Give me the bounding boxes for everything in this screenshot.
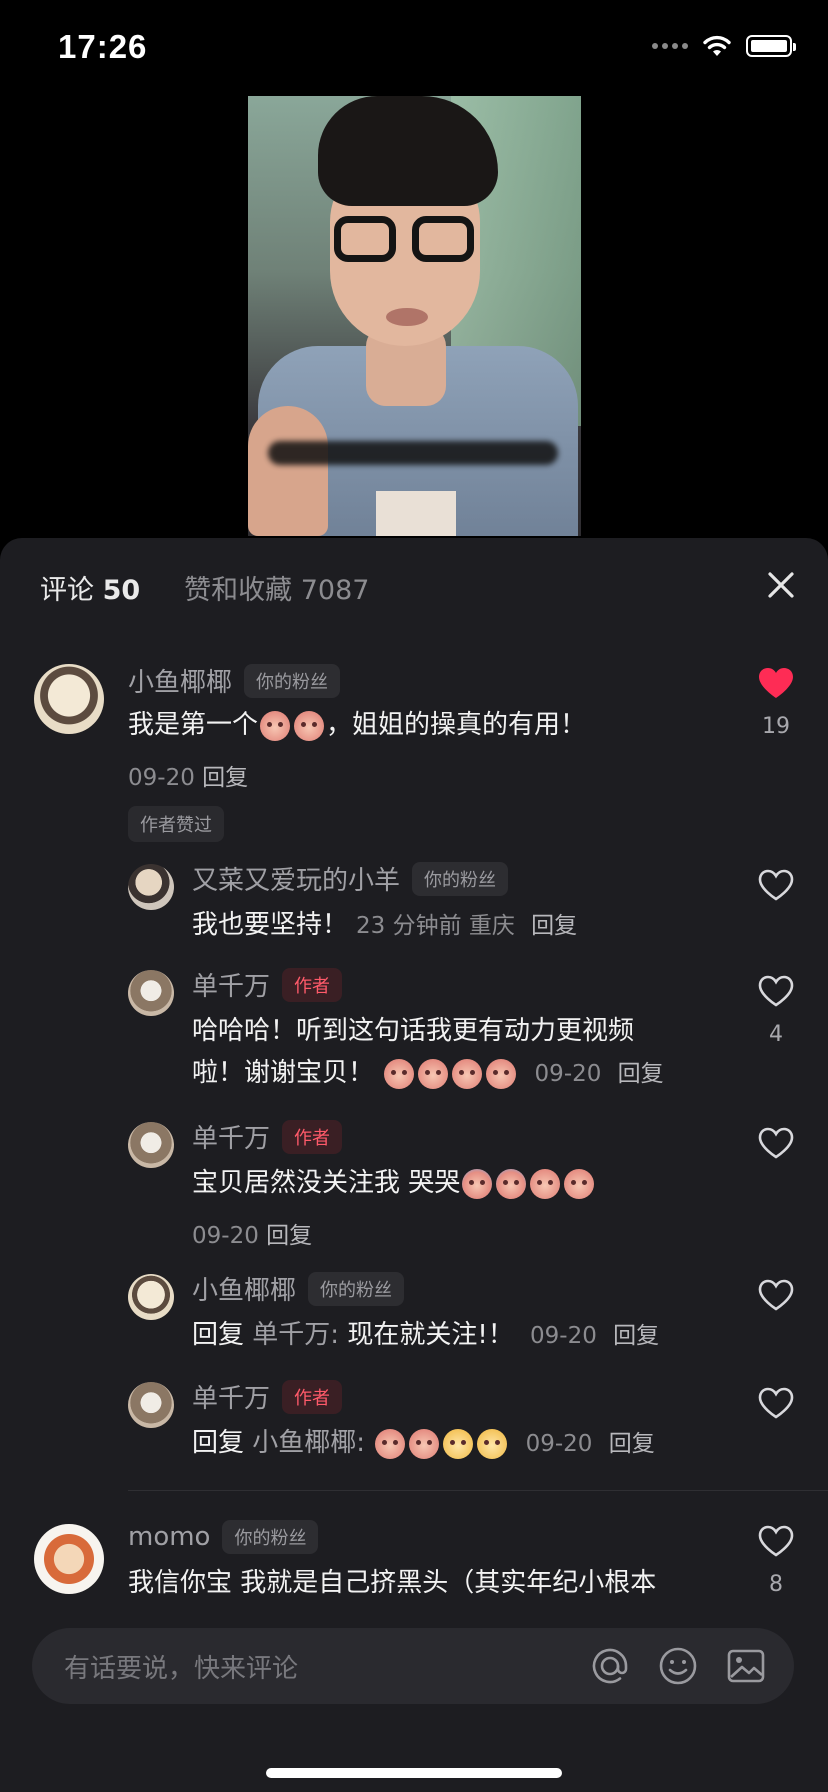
avatar[interactable] xyxy=(128,1382,174,1428)
like-heart-icon[interactable] xyxy=(757,868,795,902)
like-heart-icon-filled[interactable] xyxy=(757,666,795,700)
avatar[interactable] xyxy=(128,864,174,910)
emoji-icon xyxy=(530,1168,561,1199)
like-heart-icon[interactable] xyxy=(757,1126,795,1160)
emoji-icon xyxy=(409,1428,440,1459)
author-liked-label: 作者赞过 xyxy=(128,806,224,842)
author-badge: 作者 xyxy=(282,967,343,1002)
reply-author[interactable]: 又菜又爱玩的小羊 你的粉丝 xyxy=(192,860,509,897)
reply-meta: 09-20 回复 xyxy=(192,1223,313,1249)
sheet-tabs: 评论 50 赞和收藏 7087 xyxy=(40,568,369,607)
like-count: 4 xyxy=(769,1022,783,1047)
author-badge: 作者 xyxy=(282,1379,343,1414)
mention-icon[interactable] xyxy=(590,1646,630,1686)
emoji-icon xyxy=(496,1168,527,1199)
emoji-icon xyxy=(260,710,291,741)
like-count: 8 xyxy=(769,1572,783,1597)
reply-text: 哈哈哈！听到这句话我更有动力更视频 xyxy=(192,1016,635,1046)
comment-input-placeholder: 有话要说，快来评论 xyxy=(64,1654,299,1684)
status-icons xyxy=(652,34,796,58)
close-icon[interactable] xyxy=(764,568,798,602)
comment-author[interactable]: 小鱼椰椰 你的粉丝 xyxy=(128,662,341,699)
status-bar: 17:26 xyxy=(0,0,828,96)
wifi-icon xyxy=(703,35,731,56)
reply-text: 宝贝居然没关注我 哭哭 xyxy=(192,1162,596,1204)
emoji-icon xyxy=(452,1058,483,1089)
comment-input[interactable]: 有话要说，快来评论 xyxy=(32,1628,794,1704)
home-indicator[interactable] xyxy=(266,1768,562,1778)
avatar[interactable] xyxy=(34,664,104,734)
like-heart-icon[interactable] xyxy=(757,1278,795,1312)
tab-likes-favorites[interactable]: 赞和收藏 7087 xyxy=(184,568,369,607)
like-heart-icon[interactable] xyxy=(757,974,795,1008)
comments-sheet: 评论 50 赞和收藏 7087 小鱼椰椰 你的粉丝 我是第一个 ，姐姐的操真的有用… xyxy=(0,538,828,1792)
reply-author[interactable]: 单千万 作者 xyxy=(192,1378,343,1415)
tab-comments[interactable]: 评论 50 xyxy=(40,568,140,607)
avatar[interactable] xyxy=(128,1122,174,1168)
avatar[interactable] xyxy=(128,1274,174,1320)
emoji-icon xyxy=(384,1058,415,1089)
image-icon[interactable] xyxy=(726,1646,766,1686)
reply-text: 回复 小鱼椰椰: 09-20 回复 xyxy=(192,1428,655,1459)
status-time: 17:26 xyxy=(58,28,148,65)
reply-button[interactable]: 回复 xyxy=(609,1431,655,1457)
divider xyxy=(128,1490,828,1491)
avatar[interactable] xyxy=(34,1524,104,1594)
fan-badge: 你的粉丝 xyxy=(222,1520,319,1554)
emoji-icon xyxy=(462,1168,493,1199)
emoji-icon xyxy=(443,1428,474,1459)
fan-badge: 你的粉丝 xyxy=(308,1271,405,1306)
emoji-icon xyxy=(486,1058,517,1089)
reply-button[interactable]: 回复 xyxy=(613,1323,659,1349)
reply-text: 啦！谢谢宝贝！ 09-20 回复 xyxy=(192,1058,664,1089)
reply-text: 我也要坚持！ 23 分钟前 重庆 回复 xyxy=(192,910,578,940)
video-player[interactable] xyxy=(248,96,581,536)
reply-button[interactable]: 回复 xyxy=(266,1223,312,1249)
emoji-icon xyxy=(418,1058,449,1089)
fan-badge: 你的粉丝 xyxy=(412,861,509,896)
reply-author[interactable]: 单千万 作者 xyxy=(192,966,343,1003)
reply-button[interactable]: 回复 xyxy=(202,765,248,791)
comment-text: 我信你宝 我就是自己挤黑头（其实年纪小根本 xyxy=(128,1568,657,1598)
reply-button[interactable]: 回复 xyxy=(531,913,577,939)
comment-meta: 09-20 回复 xyxy=(128,765,249,791)
emoji-icon xyxy=(294,710,325,741)
reply-button[interactable]: 回复 xyxy=(618,1061,664,1087)
like-heart-icon[interactable] xyxy=(757,1524,795,1558)
emoji-icon xyxy=(477,1428,508,1459)
reply-author[interactable]: 小鱼椰椰 你的粉丝 xyxy=(192,1270,405,1307)
like-count: 19 xyxy=(762,714,790,739)
cellular-icon xyxy=(652,43,688,49)
reply-text: 回复 单千万: 现在就关注!！ 09-20 回复 xyxy=(192,1320,660,1350)
fan-badge: 你的粉丝 xyxy=(244,663,341,698)
emoji-icon xyxy=(564,1168,595,1199)
comment-text: 我是第一个 ，姐姐的操真的有用！ xyxy=(128,710,587,741)
emoji-icon xyxy=(375,1428,406,1459)
comment-author[interactable]: momo 你的粉丝 xyxy=(128,1520,319,1554)
avatar[interactable] xyxy=(128,970,174,1016)
like-heart-icon[interactable] xyxy=(757,1386,795,1420)
author-badge: 作者 xyxy=(282,1119,343,1154)
emoji-face-icon[interactable] xyxy=(658,1646,698,1686)
battery-icon xyxy=(746,35,796,57)
reply-author[interactable]: 单千万 作者 xyxy=(192,1118,343,1155)
